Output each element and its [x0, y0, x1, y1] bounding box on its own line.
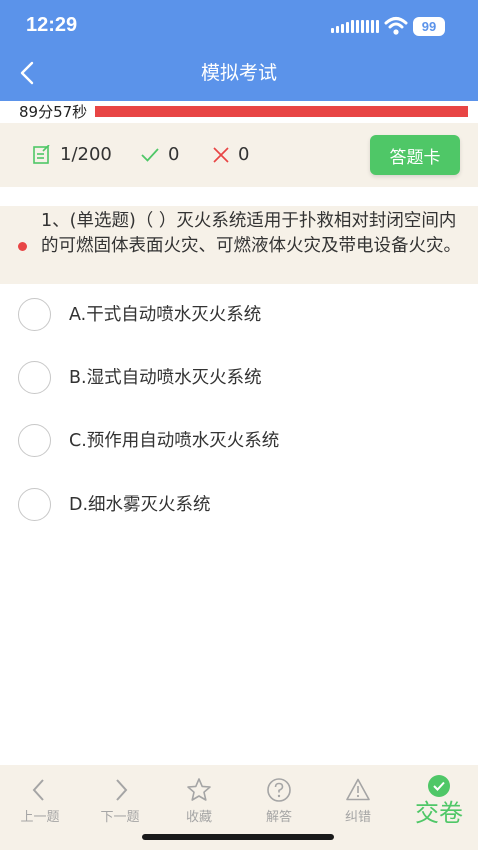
nav-label: 下一题: [100, 810, 140, 825]
wrong-stat: 0: [213, 144, 249, 165]
status-bar: 12:29 99: [0, 0, 478, 52]
progress-count: 1/200: [60, 144, 112, 165]
explanation-button[interactable]: 解答: [239, 765, 319, 831]
submit-exam-button[interactable]: 交卷: [400, 765, 478, 831]
option-d[interactable]: D.细水雾灭火系统: [0, 483, 478, 527]
report-error-button[interactable]: 纠错: [318, 765, 398, 831]
home-indicator[interactable]: [142, 834, 334, 840]
question-circle-icon: [267, 778, 291, 802]
favorite-button[interactable]: 收藏: [159, 765, 239, 831]
edit-note-icon: [33, 145, 50, 164]
option-radio[interactable]: [18, 361, 51, 394]
submit-label: 交卷: [415, 799, 463, 827]
nav-label: 解答: [265, 810, 292, 825]
check-icon: [141, 147, 159, 162]
page-title: 模拟考试: [200, 62, 277, 84]
option-radio[interactable]: [18, 424, 51, 457]
progress-stat: 1/200: [33, 144, 112, 165]
answer-card-button[interactable]: 答题卡: [370, 135, 460, 175]
option-label: C.预作用自动喷水灭火系统: [69, 431, 280, 451]
warning-triangle-icon: [346, 778, 370, 801]
battery-indicator: 99: [413, 17, 445, 36]
option-b[interactable]: B.湿式自动喷水灭火系统: [0, 356, 478, 400]
chevron-right-icon: [116, 779, 128, 801]
question-text: 1、(单选题)（ ）灭火系统适用于扑救相对封闭空间内的可燃固体表面火灾、可燃液体…: [41, 211, 461, 256]
star-icon: [187, 778, 211, 801]
option-a[interactable]: A.干式自动喷水灭火系统: [0, 293, 478, 337]
option-label: D.细水雾灭火系统: [69, 495, 211, 515]
countdown-timer: 89分57秒: [19, 103, 88, 121]
cross-icon: [213, 146, 229, 163]
nav-label: 纠错: [344, 810, 371, 825]
option-radio[interactable]: [18, 298, 51, 331]
next-question-button[interactable]: 下一题: [80, 765, 160, 831]
prev-question-button[interactable]: 上一题: [0, 765, 80, 831]
timer-progress-bar: [95, 106, 468, 117]
wifi-icon: [384, 17, 408, 35]
correct-stat: 0: [141, 144, 179, 165]
cellular-signal-icon: [331, 19, 379, 33]
option-c[interactable]: C.预作用自动喷水灭火系统: [0, 419, 478, 463]
correct-count: 0: [168, 144, 180, 165]
nav-label: 上一题: [20, 810, 60, 825]
nav-label: 收藏: [185, 810, 212, 825]
wrong-count: 0: [238, 144, 250, 165]
question-marker: [18, 242, 27, 251]
status-time: 12:29: [26, 14, 78, 36]
option-radio[interactable]: [18, 488, 51, 521]
app-header: 12:29 99 模拟考试: [0, 0, 478, 101]
chevron-left-icon: [32, 779, 44, 801]
option-label: A.干式自动喷水灭火系统: [69, 305, 262, 325]
option-label: B.湿式自动喷水灭火系统: [69, 368, 262, 388]
